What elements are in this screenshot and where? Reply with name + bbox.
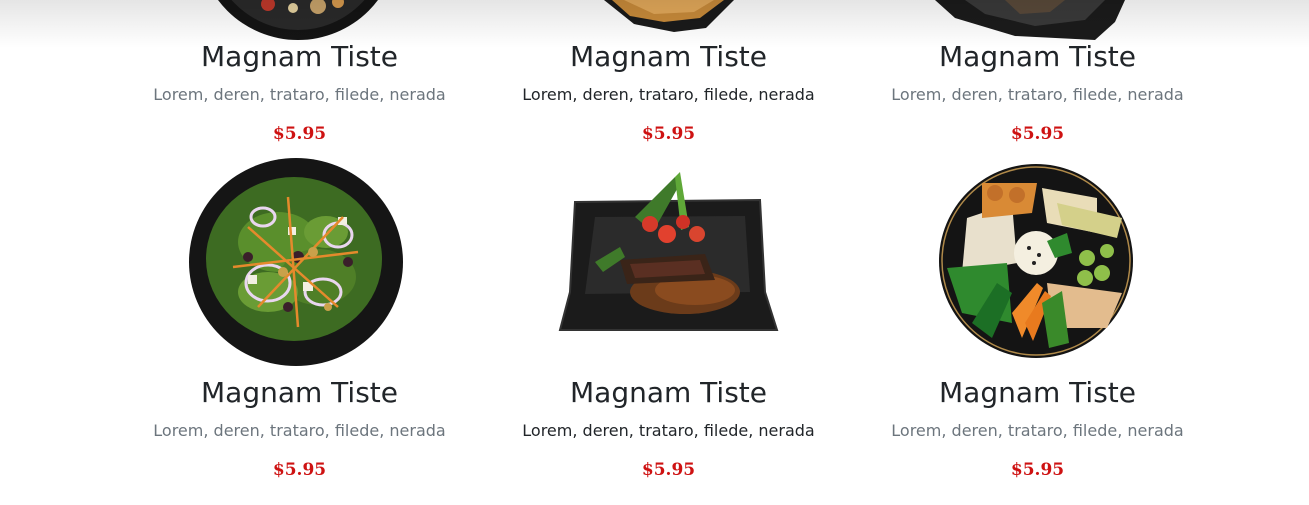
item-name: Magnam Tiste: [570, 376, 767, 409]
pancake-plate-image: [604, 0, 734, 32]
item-name: Magnam Tiste: [939, 40, 1136, 73]
item-ingredients: Lorem, deren, trataro, filede, nerada: [153, 421, 446, 440]
menu-item[interactable]: Magnam Tiste Lorem, deren, trataro, file…: [484, 376, 853, 481]
menu-item[interactable]: Magnam Tiste Lorem, deren, trataro, file…: [115, 40, 484, 145]
item-ingredients: Lorem, deren, trataro, filede, nerada: [153, 85, 446, 104]
item-name: Magnam Tiste: [939, 376, 1136, 409]
menu-item[interactable]: Magnam Tiste Lorem, deren, trataro, file…: [853, 376, 1222, 481]
item-price: $5.95: [1010, 124, 1065, 144]
dark-plate-image: [935, 0, 1125, 40]
menu-item[interactable]: Magnam Tiste Lorem, deren, trataro, file…: [484, 40, 853, 145]
item-ingredients: Lorem, deren, trataro, filede, nerada: [891, 85, 1184, 104]
menu-page: Magnam Tiste Lorem, deren, trataro, file…: [0, 0, 1309, 505]
menu-item[interactable]: Magnam Tiste Lorem, deren, trataro, file…: [115, 376, 484, 481]
item-ingredients: Lorem, deren, trataro, filede, nerada: [522, 421, 815, 440]
item-price: $5.95: [1010, 460, 1065, 480]
item-price: $5.95: [641, 124, 696, 144]
item-name: Magnam Tiste: [570, 40, 767, 73]
item-price: $5.95: [272, 124, 327, 144]
item-price: $5.95: [272, 460, 327, 480]
salad-bowl-image: [218, 0, 378, 40]
menu-item[interactable]: Magnam Tiste Lorem, deren, trataro, file…: [853, 40, 1222, 145]
item-ingredients: Lorem, deren, trataro, filede, nerada: [522, 85, 815, 104]
item-price: $5.95: [641, 460, 696, 480]
item-ingredients: Lorem, deren, trataro, filede, nerada: [891, 421, 1184, 440]
steak-plate-image[interactable]: [555, 172, 780, 334]
green-salad-image[interactable]: [188, 157, 404, 367]
item-name: Magnam Tiste: [201, 40, 398, 73]
item-name: Magnam Tiste: [201, 376, 398, 409]
poke-bowl-image[interactable]: [937, 163, 1135, 359]
